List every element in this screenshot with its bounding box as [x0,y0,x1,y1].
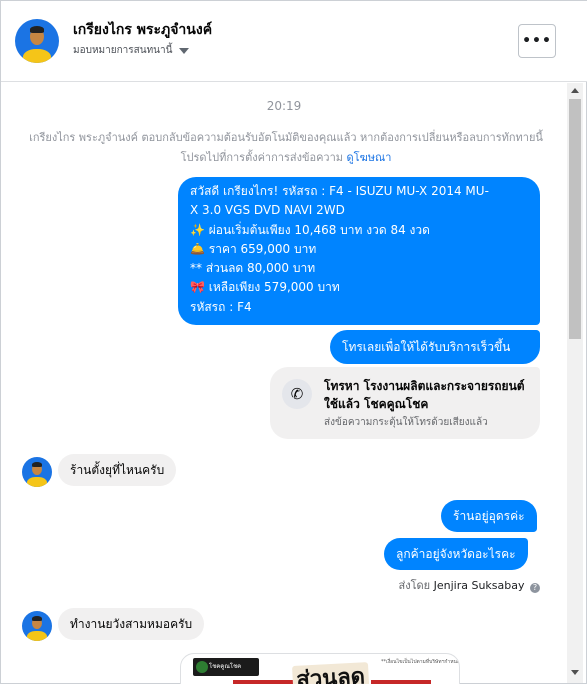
image-fine-print: **เงื่อนไขเป็นไปตามที่บริษัทฯกำหนด** [381,659,460,665]
offer-line: X 3.0 VGS DVD NAVI 2WD [190,203,345,218]
assign-conversation-dropdown[interactable]: มอบหมายการสนทนานี้ [73,43,190,58]
offer-line: 🎀 เหลือเพียง 579,000 บาท [190,280,340,295]
sender-name: Jenjira Suksabay [433,579,525,592]
offer-line: ** ส่วนลด 80,000 บาท [190,261,316,276]
logo-badge-icon [196,661,208,673]
incoming-message: ร้านตั้งยุที่ไหนครับ [58,454,177,486]
notice-text: เกรียงไกร พระภูจำนงค์ ตอบกลับข้อความต้อน… [29,131,543,164]
caret-down-icon [179,47,190,54]
call-card-title: โทรหา โรงงานผลิตและกระจายรถยนต์ใช้แล้ว โ… [324,379,525,411]
outgoing-message: ลูกค้าอยู่จังหวัดอะไรคะ [384,538,528,570]
dealer-logo: โชคคูณโชค [193,658,259,676]
scrollbar[interactable] [567,83,583,683]
contact-avatar-small [22,457,52,487]
outgoing-offer-message: สวัสดี เกรียงไกร! รหัสรถ : F4 - ISUZU MU… [178,177,540,325]
contact-avatar-small [22,611,52,641]
avatar-shirt [27,631,47,641]
offer-line: สวัสดี เกรียงไกร! รหัสรถ : F4 - ISUZU MU… [190,184,489,198]
avatar-shirt [22,48,52,63]
offer-line: รหัสรถ : F4 [190,299,252,314]
outgoing-message: ร้านอยู่อุดรค่ะ [441,500,537,532]
scrollbar-thumb[interactable] [569,99,581,339]
outgoing-call-prompt-message: โทรเลยเพื่อให้ได้รับบริการเร็วขึ้น [330,330,540,364]
avatar-hair [31,461,43,467]
decorative-red-bar [371,680,431,684]
sent-by-prefix: ส่งโดย [398,579,431,592]
decorative-red-bar [233,680,293,684]
contact-name[interactable]: เกรียงไกร พระภูจำนงค์ [73,19,212,41]
scroll-down-arrow-icon[interactable] [571,670,579,675]
contact-avatar[interactable] [15,19,59,63]
auto-reply-notice: เกรียงไกร พระภูจำนงค์ ตอบกลับข้อความต้อน… [21,128,551,168]
sent-by-label: ส่งโดย Jenjira Suksabay ? [391,576,540,594]
info-icon[interactable]: ? [530,583,540,593]
scroll-up-arrow-icon[interactable] [571,88,579,93]
image-attachment-preview[interactable]: โชคคูณโชค **เงื่อนไขเป็นไปตามที่บริษัทฯก… [180,653,460,684]
offer-line: ✨ ผ่อนเริ่มต้นเพียง 10,468 บาท งวด 84 งว… [190,222,430,237]
logo-text: โชคคูณโชค [209,663,242,670]
phone-icon: ✆ [282,379,312,409]
messenger-conversation-panel: เกรียงไกร พระภูจำนงค์ มอบหมายการสนทนานี้… [0,0,587,684]
discount-sticker: ส่วนลด [292,662,370,684]
incoming-message: ทำงานยวังสามหมอครับ [58,608,205,640]
avatar-hair [31,615,43,621]
assign-label: มอบหมายการสนทนานี้ [73,45,173,56]
more-options-button[interactable]: ••• [518,24,556,58]
call-button-card[interactable]: ✆ โทรหา โรงงานผลิตและกระจายรถยนต์ใช้แล้ว… [270,367,540,439]
view-ad-link[interactable]: ดูโฆษณา [347,151,392,164]
call-card-subtitle: ส่งข้อความกระตุ้นให้โทรด้วยเสียงแล้ว [324,417,488,428]
offer-line: 🛎️ ราคา 659,000 บาท [190,241,317,256]
avatar-hair [29,26,45,34]
message-timestamp: 20:19 [266,99,302,113]
conversation-header: เกรียงไกร พระภูจำนงค์ มอบหมายการสนทนานี้… [1,1,587,82]
avatar-shirt [27,477,47,487]
